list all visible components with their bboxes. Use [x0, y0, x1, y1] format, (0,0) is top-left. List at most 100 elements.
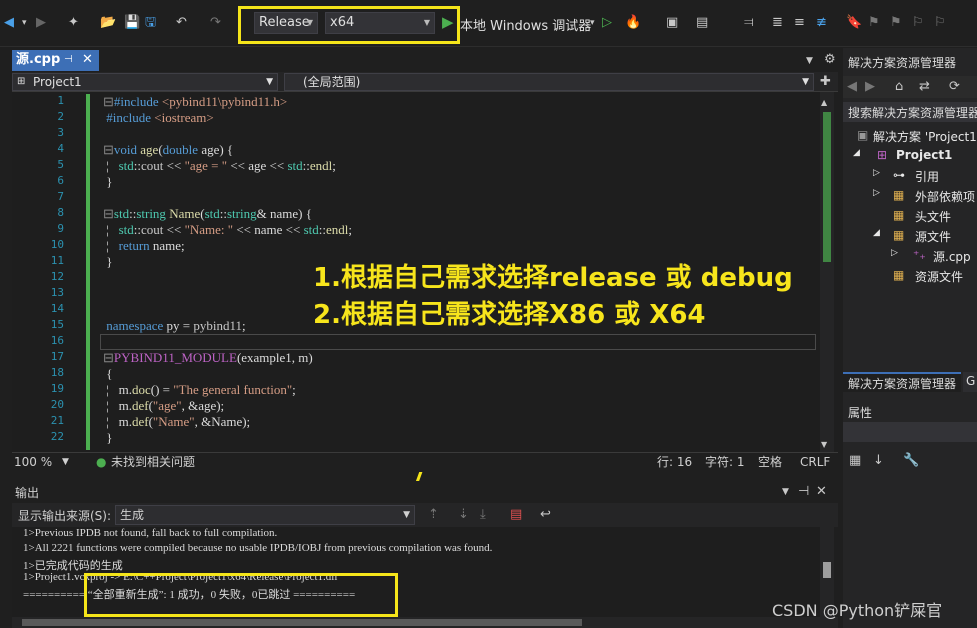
clear-all-icon[interactable]: ▤	[510, 507, 522, 523]
history-icon[interactable]: ⟳	[949, 79, 960, 95]
chevron-down-icon[interactable]: ▼	[62, 453, 69, 472]
code-line-20: ¦ m.def("age", &age);	[103, 398, 225, 413]
line-number: 1	[57, 94, 64, 107]
line-number: 19	[50, 382, 64, 395]
code-line-9: ¦ std::cout << "Name: " << name << std::…	[103, 222, 352, 237]
watermark: CSDN @Python铲屎官	[772, 601, 943, 620]
zoom-level[interactable]: 100 %	[14, 453, 52, 472]
line-indicator[interactable]: 行: 16	[657, 453, 692, 472]
solution-search-input[interactable]: 搜索解决方案资源管理器	[843, 102, 977, 122]
tree-item-source-cpp[interactable]: 源.cpp	[933, 248, 971, 265]
tree-item-headers[interactable]: 头文件	[915, 208, 951, 225]
code-line-5: ¦ std::cout << "age = " << age << std::e…	[103, 158, 336, 173]
line-number: 5	[57, 158, 64, 171]
scroll-down-icon[interactable]: ▼	[821, 437, 827, 453]
tree-item-resources[interactable]: 资源文件	[915, 268, 963, 285]
tree-item-external-deps[interactable]: 外部依赖项	[915, 188, 975, 205]
collapse-icon[interactable]: ▷	[873, 188, 880, 198]
line-number: 14	[50, 302, 64, 315]
categorized-icon[interactable]: ▦	[849, 453, 861, 469]
chevron-down-icon: ▼	[802, 77, 809, 87]
goto-prev-icon[interactable]: ⇡	[428, 507, 439, 523]
properties-object-select[interactable]	[843, 422, 977, 442]
output-source-select[interactable]: 生成 ▼	[115, 505, 415, 525]
tree-item-sources[interactable]: 源文件	[915, 228, 951, 245]
switch-view-icon[interactable]: ⇄	[919, 79, 930, 95]
line-number-gutter: 1 2 3 4 5 6 7 8 9 10 11 12 13 14 15 16 17 18 19 20 21 22	[12, 92, 68, 452]
project-select[interactable]: ⊞ Project1 ▼	[12, 73, 278, 91]
solution-explorer-panel: 解决方案资源管理器 ◀ ▶ ⌂ ⇄ ⟳ 搜索解决方案资源管理器 ▣ 解决方案 '…	[843, 48, 977, 628]
close-icon[interactable]: ✕	[82, 50, 93, 70]
code-line-15: namespace py = pybind11;	[106, 318, 246, 333]
char-indicator[interactable]: 字符: 1	[705, 453, 745, 472]
forward-icon[interactable]: ▶	[865, 79, 875, 95]
back-icon[interactable]: ◀	[847, 79, 857, 95]
code-line-10: ¦ return name;	[103, 238, 185, 253]
line-number: 16	[50, 334, 64, 347]
expand-icon[interactable]: ◢	[873, 228, 880, 238]
references-icon: ⊶	[893, 168, 905, 182]
highlight-box-output	[84, 573, 398, 617]
property-pages-icon[interactable]: 🔧	[903, 453, 919, 469]
editor-status-bar: 100 % ▼ ● 未找到相关问题 行: 16 字符: 1 空格 CRLF	[12, 452, 838, 472]
output-hscrollbar[interactable]	[12, 617, 838, 628]
scroll-up-icon[interactable]: ▲	[821, 95, 827, 111]
line-number: 22	[50, 430, 64, 443]
chevron-down-icon: ▼	[403, 510, 410, 520]
cpp-file-icon: ⁺₊	[913, 248, 926, 262]
code-line-2: #include <iostream>	[106, 110, 214, 125]
line-number: 21	[50, 414, 64, 427]
pin-icon[interactable]: ⊣	[64, 50, 73, 70]
line-number: 18	[50, 366, 64, 379]
goto-last-icon[interactable]: ⤓	[480, 507, 486, 523]
annotation-line-1: 1.根据自己需求选择release 或 debug	[313, 263, 793, 293]
scrollbar-thumb[interactable]	[823, 562, 831, 578]
navigation-bar: ⊞ Project1 ▼ (全局范围) ▼ ✚	[12, 72, 838, 92]
tab-solution-explorer[interactable]: 解决方案资源管理器	[843, 372, 961, 392]
tab-label: 源.cpp	[16, 52, 61, 67]
tab-label: 解决方案资源管理器	[848, 377, 957, 391]
code-line-6: }	[103, 174, 113, 189]
scrollbar-thumb[interactable]	[22, 619, 582, 626]
change-indicator	[86, 94, 90, 450]
scope-select[interactable]: (全局范围) ▼	[284, 73, 814, 91]
output-panel-header: 输出 ▼ ⊣ ✕	[12, 481, 838, 503]
tree-item-references[interactable]: 引用	[915, 168, 939, 185]
panel-menu-icon[interactable]: ▼	[782, 484, 789, 500]
tree-item-solution[interactable]: 解决方案 'Project1'	[873, 128, 977, 145]
expand-icon[interactable]: ◢	[853, 148, 860, 158]
chevron-down-icon: ▼	[266, 77, 273, 87]
goto-next-icon[interactable]: ⇣	[458, 507, 469, 523]
settings-gear-icon[interactable]: ⚙	[824, 52, 836, 68]
line-number: 11	[50, 254, 64, 267]
close-icon[interactable]: ✕	[816, 484, 827, 500]
line-number: 8	[57, 206, 64, 219]
current-line-highlight	[100, 334, 816, 350]
word-wrap-icon[interactable]: ↩	[540, 507, 551, 523]
tree-item-project[interactable]: Project1	[896, 148, 952, 162]
output-toolbar: 显示输出来源(S): 生成 ▼ ⇡ ⇣ ⤓ ▤ ↩	[12, 503, 838, 527]
tab-list-icon[interactable]: ▼	[806, 53, 813, 69]
tab-source-cpp[interactable]: 源.cpp ⊣ ✕	[12, 50, 99, 71]
whitespace-indicator[interactable]: 空格	[758, 453, 782, 472]
pin-icon[interactable]: ⊣	[798, 484, 809, 500]
home-icon[interactable]: ⌂	[895, 79, 903, 95]
code-line-19: ¦ m.doc() = "The general function";	[103, 382, 296, 397]
issues-status[interactable]: 未找到相关问题	[111, 453, 195, 472]
output-line: 1>Previous IPDB not found, fall back to …	[23, 527, 278, 539]
scrollbar-thumb[interactable]	[823, 112, 831, 262]
alphabetical-icon[interactable]: ↓	[873, 453, 884, 469]
tab-git[interactable]: G	[963, 372, 977, 392]
folder-icon: ▦	[893, 228, 905, 242]
check-circle-icon: ●	[96, 455, 107, 469]
folder-icon: ▦	[893, 208, 905, 222]
code-line-18: {	[103, 366, 113, 381]
line-number: 4	[57, 142, 64, 155]
collapse-icon[interactable]: ▷	[891, 248, 898, 258]
code-line-1: ⊟#include <pybind11\pybind11.h>	[103, 94, 288, 109]
search-placeholder: 搜索解决方案资源管理器	[848, 106, 977, 120]
collapse-icon[interactable]: ▷	[873, 168, 880, 178]
code-line-8: ⊟std::string Name(std::string& name) {	[103, 206, 312, 221]
split-icon[interactable]: ✚	[820, 74, 831, 90]
line-ending-indicator[interactable]: CRLF	[800, 453, 830, 472]
